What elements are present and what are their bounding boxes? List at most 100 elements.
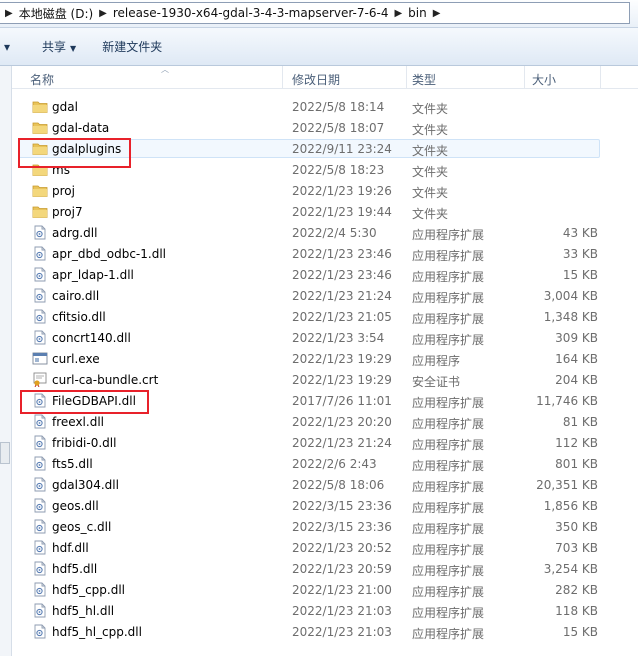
file-size: 20,351 KB xyxy=(536,478,598,492)
file-row[interactable]: hdf5_cpp.dll 2022/1/23 21:00 应用程序扩展 282 KB xyxy=(12,579,638,600)
file-row[interactable]: gdal-data 2022/5/8 18:07 文件夹 xyxy=(12,117,638,138)
file-name[interactable]: hdf5_hl_cpp.dll xyxy=(52,625,142,639)
share-button[interactable]: 共享 ▼ xyxy=(36,38,82,55)
file-name[interactable]: ms xyxy=(52,163,70,177)
file-name[interactable]: apr_ldap-1.dll xyxy=(52,268,134,282)
file-row[interactable]: fts5.dll 2022/2/6 2:43 应用程序扩展 801 KB xyxy=(12,453,638,474)
file-type: 安全证书 xyxy=(412,375,461,389)
file-name[interactable]: freexl.dll xyxy=(52,415,104,429)
file-name[interactable]: hdf5.dll xyxy=(52,562,97,576)
file-name[interactable]: hdf.dll xyxy=(52,541,89,555)
column-divider[interactable] xyxy=(406,66,407,88)
breadcrumb-separator-icon[interactable]: ▶ xyxy=(93,8,113,19)
file-row[interactable]: geos_c.dll 2022/3/15 23:36 应用程序扩展 350 KB xyxy=(12,516,638,537)
file-name[interactable]: cairo.dll xyxy=(52,289,99,303)
file-date: 2022/1/23 20:59 xyxy=(292,562,392,576)
file-date: 2022/9/11 23:24 xyxy=(292,142,392,156)
file-row[interactable]: fribidi-0.dll 2022/1/23 21:24 应用程序扩展 112 KB xyxy=(12,432,638,453)
toolbar-overflow-chevron-icon[interactable]: ▾ xyxy=(0,40,36,54)
file-name[interactable]: gdal-data xyxy=(52,121,109,135)
address-bar[interactable]: ▶ 本地磁盘 (D:) ▶ release-1930-x64-gdal-3-4-… xyxy=(0,2,630,24)
file-name[interactable]: concrt140.dll xyxy=(52,331,131,345)
file-row[interactable]: apr_ldap-1.dll 2022/1/23 23:46 应用程序扩展 15 KB xyxy=(12,264,638,285)
column-divider[interactable] xyxy=(524,66,525,88)
breadcrumb-drive[interactable]: 本地磁盘 (D:) xyxy=(19,5,93,22)
file-row[interactable]: freexl.dll 2022/1/23 20:20 应用程序扩展 81 KB xyxy=(12,411,638,432)
file-name[interactable]: geos_c.dll xyxy=(52,520,111,534)
column-divider[interactable] xyxy=(282,66,283,88)
dll-icon xyxy=(32,393,48,408)
file-row[interactable]: curl-ca-bundle.crt 2022/1/23 19:29 安全证书 204… xyxy=(12,369,638,390)
file-size: 11,746 KB xyxy=(536,394,598,408)
file-name[interactable]: proj7 xyxy=(52,205,83,219)
navigation-scroll-thumb[interactable] xyxy=(0,442,10,464)
file-type: 文件夹 xyxy=(412,144,449,158)
file-name[interactable]: FileGDBAPI.dll xyxy=(52,394,136,408)
file-size: 15 KB xyxy=(562,625,598,639)
file-name[interactable]: gdalplugins xyxy=(52,142,121,156)
file-row[interactable]: ms 2022/5/8 18:23 文件夹 xyxy=(12,159,638,180)
file-row[interactable]: hdf.dll 2022/1/23 20:52 应用程序扩展 703 KB xyxy=(12,537,638,558)
breadcrumb-separator-icon[interactable]: ▶ xyxy=(388,8,408,19)
file-row[interactable]: cairo.dll 2022/1/23 21:24 应用程序扩展 3,004 KB xyxy=(12,285,638,306)
breadcrumb-folder[interactable]: release-1930-x64-gdal-3-4-3-mapserver-7-… xyxy=(113,6,389,20)
file-name[interactable]: curl.exe xyxy=(52,352,100,366)
file-row[interactable]: hdf5.dll 2022/1/23 20:59 应用程序扩展 3,254 KB xyxy=(12,558,638,579)
file-type: 应用程序扩展 xyxy=(412,627,485,641)
file-row[interactable]: concrt140.dll 2022/1/23 3:54 应用程序扩展 309 KB xyxy=(12,327,638,348)
column-divider[interactable] xyxy=(600,66,601,88)
file-row[interactable]: apr_dbd_odbc-1.dll 2022/1/23 23:46 应用程序扩展 3… xyxy=(12,243,638,264)
breadcrumb-separator-icon[interactable]: ▶ xyxy=(427,8,447,19)
file-row[interactable]: adrg.dll 2022/2/4 5:30 应用程序扩展 43 KB xyxy=(12,222,638,243)
file-name[interactable]: cfitsio.dll xyxy=(52,310,106,324)
file-row[interactable]: hdf5_hl.dll 2022/1/23 21:03 应用程序扩展 118 KB xyxy=(12,600,638,621)
file-date: 2022/5/8 18:07 xyxy=(292,121,385,135)
file-name[interactable]: hdf5_cpp.dll xyxy=(52,583,125,597)
file-row[interactable]: gdalplugins 2022/9/11 23:24 文件夹 xyxy=(12,138,638,159)
file-size: 112 KB xyxy=(555,436,598,450)
file-row[interactable]: cfitsio.dll 2022/1/23 21:05 应用程序扩展 1,348 KB xyxy=(12,306,638,327)
file-type: 文件夹 xyxy=(412,207,449,221)
file-row[interactable]: proj7 2022/1/23 19:44 文件夹 xyxy=(12,201,638,222)
file-size: 3,004 KB xyxy=(543,289,598,303)
column-size[interactable]: 大小 xyxy=(532,71,556,88)
file-type: 应用程序扩展 xyxy=(412,270,485,284)
dll-icon xyxy=(32,519,48,534)
file-row[interactable]: hdf5_hl_cpp.dll 2022/1/23 21:03 应用程序扩展 15 K… xyxy=(12,621,638,642)
new-folder-button[interactable]: 新建文件夹 xyxy=(96,38,168,55)
file-row[interactable]: proj 2022/1/23 19:26 文件夹 xyxy=(12,180,638,201)
file-name[interactable]: curl-ca-bundle.crt xyxy=(52,373,158,387)
file-name[interactable]: proj xyxy=(52,184,75,198)
file-name[interactable]: fribidi-0.dll xyxy=(52,436,116,450)
file-type: 文件夹 xyxy=(412,165,449,179)
file-date: 2022/1/23 21:03 xyxy=(292,625,392,639)
file-name[interactable]: gdal304.dll xyxy=(52,478,119,492)
file-name[interactable]: gdal xyxy=(52,100,78,114)
column-name[interactable]: 名称 xyxy=(30,71,54,88)
breadcrumb-separator-icon[interactable]: ▶ xyxy=(0,8,19,19)
file-row[interactable]: FileGDBAPI.dll 2017/7/26 11:01 应用程序扩展 11,74… xyxy=(12,390,638,411)
breadcrumb-current[interactable]: bin xyxy=(408,6,427,20)
dll-icon xyxy=(32,582,48,597)
file-name[interactable]: apr_dbd_odbc-1.dll xyxy=(52,247,166,261)
file-name[interactable]: adrg.dll xyxy=(52,226,97,240)
file-date: 2022/1/23 20:20 xyxy=(292,415,392,429)
file-row[interactable]: gdal304.dll 2022/5/8 18:06 应用程序扩展 20,351 KB xyxy=(12,474,638,495)
file-row[interactable]: geos.dll 2022/3/15 23:36 应用程序扩展 1,856 KB xyxy=(12,495,638,516)
file-size: 1,348 KB xyxy=(543,310,598,324)
file-row[interactable]: gdal 2022/5/8 18:14 文件夹 xyxy=(12,96,638,117)
column-date[interactable]: 修改日期 xyxy=(292,71,340,88)
file-date: 2022/1/23 21:24 xyxy=(292,436,392,450)
file-date: 2022/1/23 3:54 xyxy=(292,331,385,345)
column-type[interactable]: 类型 xyxy=(412,71,436,88)
dll-icon xyxy=(32,414,48,429)
file-type: 应用程序扩展 xyxy=(412,291,485,305)
file-name[interactable]: hdf5_hl.dll xyxy=(52,604,114,618)
file-name[interactable]: fts5.dll xyxy=(52,457,93,471)
file-type: 应用程序 xyxy=(412,354,461,368)
chevron-down-icon: ▼ xyxy=(70,44,77,53)
file-name[interactable]: geos.dll xyxy=(52,499,99,513)
file-date: 2022/3/15 23:36 xyxy=(292,520,392,534)
file-type: 应用程序扩展 xyxy=(412,249,485,263)
file-row[interactable]: curl.exe 2022/1/23 19:29 应用程序 164 KB xyxy=(12,348,638,369)
